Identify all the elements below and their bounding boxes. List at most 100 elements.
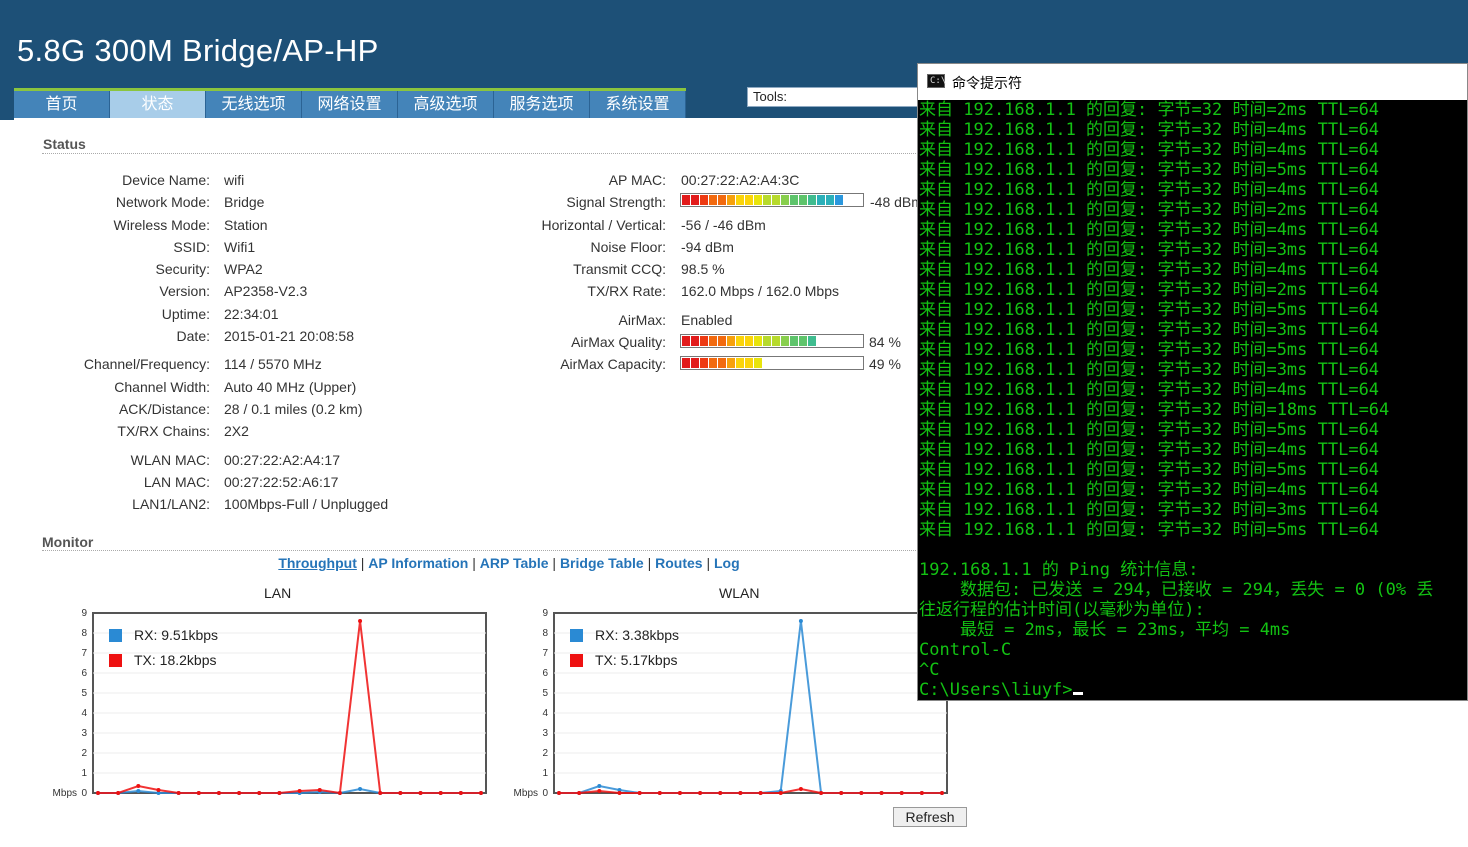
tab-status[interactable]: 状态 [110, 91, 206, 118]
meter-segment [754, 336, 762, 346]
console-output[interactable]: 来自 192.168.1.1 的回复: 字节=32 时间=2ms TTL=64 来… [918, 100, 1467, 700]
data-point [557, 791, 561, 795]
data-point [577, 791, 582, 795]
meter-segment [718, 195, 726, 205]
data-point [216, 791, 221, 795]
status-value: 162.0 Mbps / 162.0 Mbps [681, 283, 839, 299]
y-tick-label: 1 [542, 768, 548, 779]
log-link[interactable]: Log [714, 555, 740, 571]
y-tick-label: 2 [81, 748, 87, 759]
data-point [879, 791, 884, 795]
data-point [758, 791, 763, 795]
command-prompt-window[interactable]: C:\ 命令提示符 来自 192.168.1.1 的回复: 字节=32 时间=2… [917, 63, 1468, 701]
status-label: SSID: [173, 239, 210, 255]
link-separator: | [360, 555, 365, 571]
status-label: TX/RX Rate: [587, 283, 666, 299]
console-line: 往返行程的估计时间(以毫秒为单位): [919, 600, 1205, 620]
console-line: 来自 192.168.1.1 的回复: 字节=32 时间=2ms TTL=64 [919, 100, 1380, 120]
data-point [617, 791, 622, 795]
y-axis-label: Mbps [514, 788, 538, 799]
y-tick-label: 0 [81, 788, 87, 799]
status-label: Uptime: [161, 306, 210, 322]
tab-wireless[interactable]: 无线选项 [206, 91, 302, 118]
status-value: 2X2 [224, 423, 249, 439]
meter-segment [808, 195, 816, 205]
y-axis-label: Mbps [53, 788, 77, 799]
legend-swatch [109, 654, 122, 667]
status-label: Wireless Mode: [113, 217, 210, 233]
terminal-icon: C:\ [927, 74, 946, 88]
data-point [136, 784, 141, 788]
meter-segment [790, 195, 798, 205]
tab-advanced[interactable]: 高级选项 [398, 91, 494, 118]
data-point [798, 619, 803, 623]
data-point [297, 789, 302, 793]
legend-swatch [109, 629, 122, 642]
legend-label: TX: 5.17kbps [595, 652, 678, 668]
data-point [438, 791, 443, 795]
tab-network[interactable]: 网络设置 [302, 91, 398, 118]
status-label: Transmit CCQ: [573, 261, 666, 277]
status-value: -48 dBm [870, 194, 923, 210]
data-point [637, 791, 642, 795]
meter-segment [691, 358, 699, 368]
meter-segment [700, 358, 708, 368]
data-point [839, 791, 844, 795]
data-point [859, 791, 864, 795]
meter-segment [682, 336, 690, 346]
data-point [718, 791, 723, 795]
status-label: AirMax Capacity: [560, 356, 666, 372]
status-label: Version: [159, 283, 210, 299]
data-point [96, 791, 100, 795]
status-value: 100Mbps-Full / Unplugged [224, 496, 389, 512]
wlan-throughput-chart: 0 1 2 3 4 5 6 7 8 9 Mbps RX: 3.38kbps TX: 5.17kbps [514, 608, 948, 799]
console-line: 来自 192.168.1.1 的回复: 字节=32 时间=5ms TTL=64 [919, 160, 1380, 180]
tab-home[interactable]: 首页 [14, 91, 110, 118]
meter-segment [781, 336, 789, 346]
tab-services[interactable]: 服务选项 [494, 91, 590, 118]
arp-table-link[interactable]: ARP Table [480, 555, 549, 571]
console-line: 来自 192.168.1.1 的回复: 字节=32 时间=5ms TTL=64 [919, 460, 1380, 480]
console-line: 来自 192.168.1.1 的回复: 字节=32 时间=4ms TTL=64 [919, 220, 1380, 240]
meter-segment [745, 358, 753, 368]
status-value: 84 % [869, 334, 901, 350]
y-tick-label: 9 [81, 608, 87, 619]
console-titlebar[interactable]: C:\ 命令提示符 [918, 64, 1467, 100]
meter-segment [700, 336, 708, 346]
status-value: WPA2 [224, 261, 263, 277]
legend-swatch [570, 654, 583, 667]
data-point [116, 791, 121, 795]
status-label: Noise Floor: [590, 239, 666, 255]
data-point [798, 787, 803, 791]
meter-segment [727, 358, 735, 368]
routes-link[interactable]: Routes [655, 555, 702, 571]
data-point [196, 791, 201, 795]
y-tick-label: 7 [542, 648, 548, 659]
status-value: 2015-01-21 20:08:58 [224, 328, 354, 344]
link-separator: | [706, 555, 711, 571]
bridge-table-link[interactable]: Bridge Table [560, 555, 644, 571]
console-line: C:\Users\liuyf> [919, 680, 1467, 700]
ap-information-link[interactable]: AP Information [368, 555, 468, 571]
status-label: LAN1/LAN2: [132, 496, 210, 512]
throughput-link[interactable]: Throughput [278, 555, 357, 571]
status-label: Network Mode: [115, 194, 210, 210]
signal-strength-meter [680, 193, 864, 207]
tab-system[interactable]: 系统设置 [590, 91, 686, 118]
console-line: 来自 192.168.1.1 的回复: 字节=32 时间=5ms TTL=64 [919, 300, 1380, 320]
console-line: 来自 192.168.1.1 的回复: 字节=32 时间=3ms TTL=64 [919, 360, 1380, 380]
console-line: 最短 = 2ms，最长 = 23ms，平均 = 4ms [919, 620, 1291, 640]
tools-dropdown[interactable]: Tools: [747, 87, 927, 107]
refresh-button[interactable]: Refresh [893, 807, 967, 827]
data-point [398, 791, 403, 795]
console-line: 来自 192.168.1.1 的回复: 字节=32 时间=2ms TTL=64 [919, 200, 1380, 220]
status-value: Auto 40 MHz (Upper) [224, 379, 357, 395]
meter-segment [682, 358, 690, 368]
link-separator: | [647, 555, 652, 571]
data-point [337, 791, 342, 795]
meter-segment [700, 195, 708, 205]
app-title: 5.8G 300M Bridge/AP-HP [17, 33, 379, 68]
data-point [778, 791, 783, 795]
meter-segment [754, 358, 762, 368]
status-label: AirMax Quality: [571, 334, 666, 350]
